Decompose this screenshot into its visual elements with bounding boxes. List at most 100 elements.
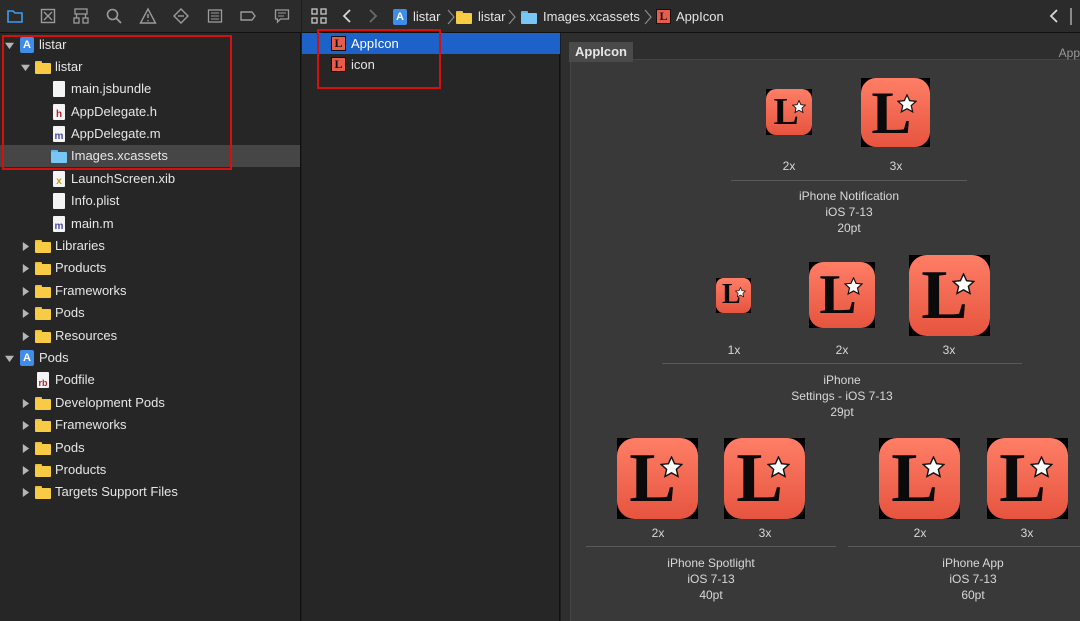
- breadcrumb-appicon[interactable]: AppIcon: [676, 0, 724, 33]
- project-icon: A: [20, 350, 34, 366]
- disclosure-closed-icon[interactable]: [19, 481, 31, 503]
- project-navigator: A listar listar main.jsbundle h AppDeleg…: [0, 0, 301, 621]
- source-control-icon[interactable]: [38, 6, 58, 26]
- caption-os: iOS 7-13: [825, 205, 873, 219]
- folder-icon: [35, 285, 51, 298]
- scale-label: 3x: [889, 159, 903, 173]
- disclosure-closed-icon[interactable]: [19, 414, 31, 436]
- group-divider: [662, 363, 1022, 364]
- tree-item-label: Pods: [39, 350, 69, 365]
- icon-slot-settings-2x[interactable]: L: [809, 262, 875, 328]
- back-chevron-icon[interactable]: [338, 6, 358, 26]
- tree-item-label: LaunchScreen.xib: [71, 171, 176, 186]
- tree-item-podfile[interactable]: rb Podfile: [0, 369, 300, 391]
- tree-item-label: Pods: [55, 305, 85, 320]
- tree-item-label: Frameworks: [55, 283, 127, 298]
- folder-icon: [35, 262, 51, 275]
- project-icon: A: [393, 9, 407, 25]
- group-divider: [731, 180, 967, 181]
- scale-label: 2x: [651, 526, 665, 540]
- asset-editor: AppIcon App L L 2x 3x iPhone Notificatio…: [561, 33, 1080, 621]
- tree-item-main-m[interactable]: m main.m: [0, 213, 300, 235]
- breakpoint-icon[interactable]: [238, 6, 258, 26]
- caption-device: iPhone App: [942, 556, 1004, 570]
- breadcrumb-separator-icon: [644, 9, 652, 25]
- tree-item-targets-support-files[interactable]: Targets Support Files: [0, 481, 300, 503]
- disclosure-open-icon[interactable]: [3, 347, 15, 369]
- disclosure-closed-icon[interactable]: [19, 392, 31, 414]
- disclosure-closed-icon[interactable]: [19, 459, 31, 481]
- tree-item-label: Resources: [55, 328, 118, 343]
- previous-issue-chevron-icon[interactable]: [1045, 6, 1065, 26]
- tree-item-label: Development Pods: [55, 395, 165, 410]
- tree-item-pods-project[interactable]: A Pods: [0, 347, 300, 369]
- report-icon[interactable]: [272, 6, 292, 26]
- tree-item-products[interactable]: Products: [0, 257, 300, 279]
- caption-device: iPhone Notification: [798, 189, 900, 203]
- navigator-toolbar: [0, 0, 301, 33]
- group-divider: [586, 546, 836, 547]
- folder-icon: [35, 464, 51, 477]
- xib-file-icon: x: [53, 171, 65, 187]
- folder-icon: [35, 486, 51, 499]
- folder-icon[interactable]: [5, 6, 25, 26]
- scale-label: 3x: [1020, 526, 1034, 540]
- icon-slot-app-3x[interactable]: L: [987, 438, 1068, 519]
- caption-os: Settings - iOS 7-13: [791, 389, 893, 403]
- toolbar-edge: [1070, 8, 1072, 25]
- tree-item-resources[interactable]: Resources: [0, 325, 300, 347]
- search-icon[interactable]: [104, 6, 124, 26]
- group-caption-app: iPhone App iOS 7-13 60pt: [848, 555, 1080, 603]
- disclosure-closed-icon[interactable]: [19, 235, 31, 257]
- warning-icon[interactable]: [138, 6, 158, 26]
- tree-item-pods-2[interactable]: Pods: [0, 437, 300, 459]
- asset-catalog-icon: [521, 11, 537, 24]
- folder-icon: [35, 240, 51, 253]
- tree-item-development-pods[interactable]: Development Pods: [0, 392, 300, 414]
- disclosure-closed-icon[interactable]: [19, 325, 31, 347]
- tree-item-frameworks-2[interactable]: Frameworks: [0, 414, 300, 436]
- icon-slot-spotlight-3x[interactable]: L: [724, 438, 805, 519]
- scale-label: 1x: [727, 343, 741, 357]
- caption-size: 40pt: [699, 588, 723, 602]
- tree-item-products-2[interactable]: Products: [0, 459, 300, 481]
- folder-icon: [35, 419, 51, 432]
- folder-icon: [35, 397, 51, 410]
- icon-set-panel: AppIcon App L L 2x 3x iPhone Notificatio…: [569, 42, 1080, 621]
- caption-size: 20pt: [837, 221, 861, 235]
- scale-label: 3x: [758, 526, 772, 540]
- icon-slot-app-2x[interactable]: L: [879, 438, 960, 519]
- breadcrumb-group[interactable]: listar: [478, 0, 505, 33]
- folder-icon: [35, 307, 51, 320]
- test-icon[interactable]: [171, 6, 191, 26]
- icon-slot-notification-3x[interactable]: L: [861, 78, 930, 147]
- group-divider: [848, 546, 1080, 547]
- icon-slot-spotlight-2x[interactable]: L: [617, 438, 698, 519]
- tree-item-frameworks[interactable]: Frameworks: [0, 280, 300, 302]
- tree-item-label: Targets Support Files: [55, 484, 178, 499]
- hierarchy-icon[interactable]: [71, 6, 91, 26]
- tree-item-label: Frameworks: [55, 417, 127, 432]
- debug-icon[interactable]: [205, 6, 225, 26]
- disclosure-closed-icon[interactable]: [19, 437, 31, 459]
- forward-chevron-icon[interactable]: [362, 6, 382, 26]
- disclosure-closed-icon[interactable]: [19, 280, 31, 302]
- annotation-highlight-box: [317, 29, 441, 89]
- icon-slot-settings-3x[interactable]: L: [909, 255, 990, 336]
- tree-item-pods-folder[interactable]: Pods: [0, 302, 300, 324]
- tree-item-libraries[interactable]: Libraries: [0, 235, 300, 257]
- tree-item-info-plist[interactable]: Info.plist: [0, 190, 300, 212]
- disclosure-closed-icon[interactable]: [19, 257, 31, 279]
- caption-device: iPhone Spotlight: [667, 556, 755, 570]
- icon-slot-notification-2x[interactable]: L: [766, 89, 812, 135]
- objc-file-icon: m: [53, 216, 65, 232]
- caption-size: 60pt: [961, 588, 985, 602]
- group-caption-spotlight: iPhone Spotlight iOS 7-13 40pt: [586, 555, 836, 603]
- caption-size: 29pt: [830, 405, 854, 419]
- appicon-thumbnail-icon: L: [656, 9, 671, 24]
- tree-item-launchscreen-xib[interactable]: x LaunchScreen.xib: [0, 168, 300, 190]
- breadcrumb-asset-catalog[interactable]: Images.xcassets: [543, 0, 640, 33]
- icon-slot-settings-1x[interactable]: L: [716, 278, 751, 313]
- related-items-grid-icon[interactable]: [309, 6, 329, 26]
- disclosure-closed-icon[interactable]: [19, 302, 31, 324]
